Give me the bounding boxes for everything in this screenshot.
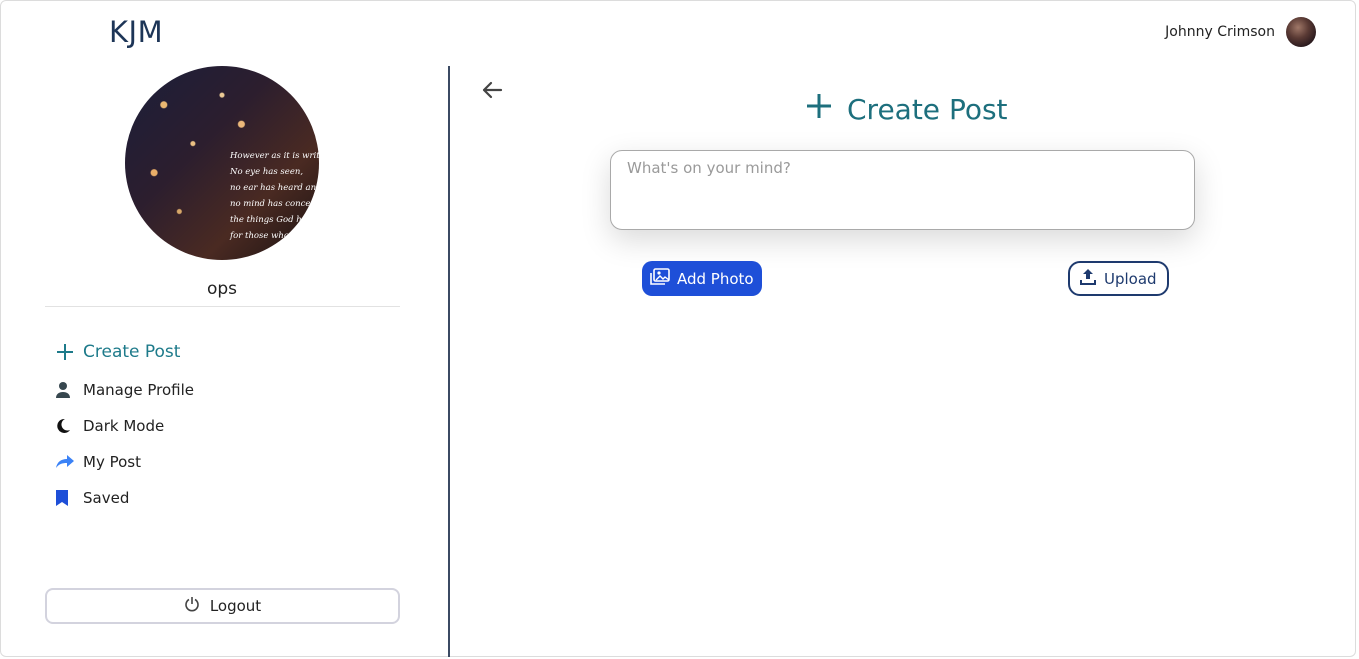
page-title: Create Post (805, 92, 1008, 127)
plus-icon (805, 92, 833, 127)
logout-button[interactable]: Logout (45, 588, 400, 624)
bookmark-icon (55, 489, 79, 507)
quote-line: no mind has conceived (230, 199, 319, 209)
sidebar-item-label: Saved (83, 489, 130, 507)
sidebar-item-create-post[interactable]: Create Post (55, 332, 194, 372)
sidebar-item-label: My Post (83, 453, 141, 471)
plus-icon (55, 342, 79, 362)
sidebar-item-label: Create Post (83, 342, 181, 362)
add-photo-label: Add Photo (677, 269, 754, 288)
sidebar-item-manage-profile[interactable]: Manage Profile (55, 372, 194, 408)
user-avatar[interactable] (1286, 17, 1316, 47)
quote-line: no ear has heard and (230, 183, 319, 193)
sidebar-separator (448, 66, 450, 657)
profile-picture[interactable]: However as it is written No eye has seen… (125, 66, 319, 260)
upload-icon (1080, 268, 1096, 289)
sidebar-item-saved[interactable]: Saved (55, 480, 194, 516)
profile-picture-quote: However as it is written No eye has seen… (230, 148, 319, 244)
page-title-text: Create Post (847, 93, 1008, 126)
quote-line: However as it is written (230, 151, 319, 161)
sidebar-item-label: Dark Mode (83, 417, 165, 435)
add-photo-button[interactable]: Add Photo (642, 261, 762, 296)
photos-icon (650, 267, 670, 290)
quote-line: the things God has pre (230, 215, 319, 225)
profile-name: ops (206, 279, 238, 299)
sidebar: However as it is written No eye has seen… (0, 66, 448, 657)
share-icon (55, 454, 79, 470)
sidebar-divider (45, 306, 400, 307)
upload-button[interactable]: Upload (1068, 261, 1169, 296)
moon-icon (55, 418, 79, 434)
brand-logo[interactable]: KJM (109, 15, 163, 49)
logout-label: Logout (209, 597, 262, 615)
sidebar-item-my-post[interactable]: My Post (55, 444, 194, 480)
upload-label: Upload (1104, 269, 1157, 288)
post-content-input[interactable] (610, 150, 1195, 230)
user-name[interactable]: Johnny Crimson (1165, 24, 1275, 40)
user-icon (55, 381, 79, 399)
back-arrow-icon[interactable] (480, 78, 504, 107)
sidebar-menu: Create Post Manage Profile Dark Mode My … (55, 332, 194, 516)
quote-line: No eye has seen, (230, 167, 304, 177)
sidebar-item-dark-mode[interactable]: Dark Mode (55, 408, 194, 444)
sidebar-item-label: Manage Profile (83, 381, 194, 399)
quote-line: for those who lo (230, 231, 300, 241)
power-icon (184, 596, 200, 616)
